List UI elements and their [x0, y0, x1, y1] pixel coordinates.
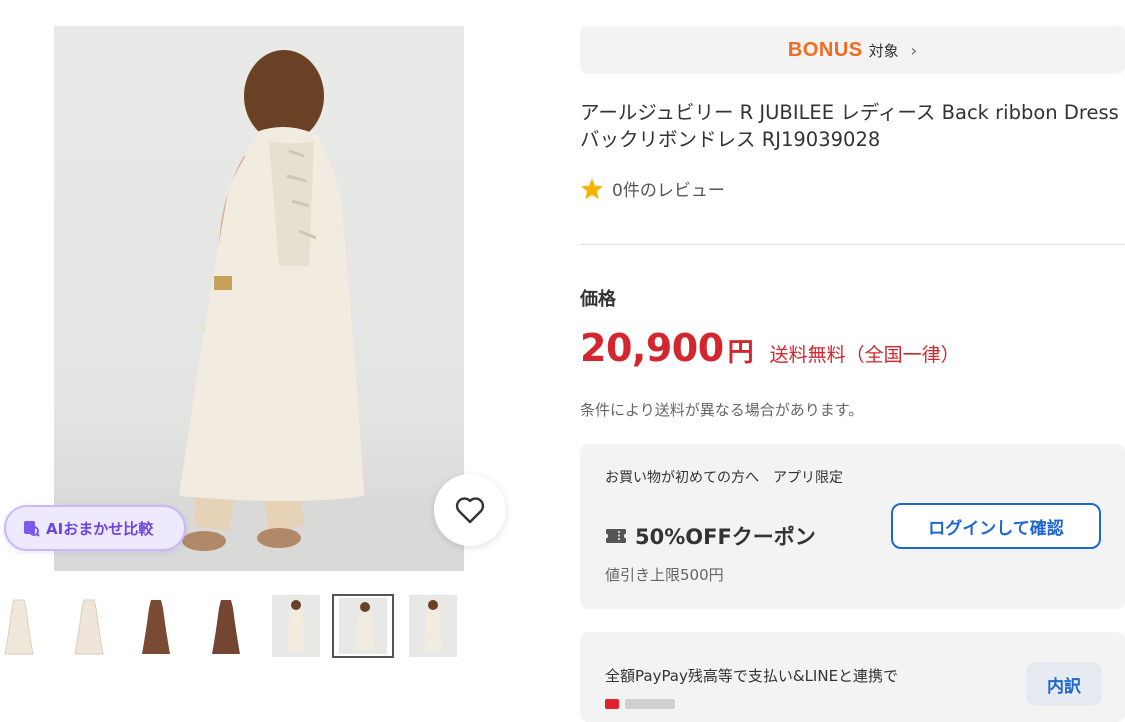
- model-thumbnail-image: [272, 595, 320, 657]
- thumbnail-4[interactable]: [195, 594, 257, 658]
- model-photo-illustration: [54, 50, 464, 571]
- dress-thumbnail-image: [74, 599, 104, 655]
- breakdown-button[interactable]: 内訳: [1026, 662, 1102, 706]
- thumbnail-1[interactable]: [0, 594, 50, 658]
- coupon-panel: お買い物が初めての方へ アプリ限定 50%OFFクーポン 値引き上限500円 ロ…: [580, 444, 1125, 609]
- price-amount: 20,900: [580, 326, 724, 370]
- bonus-target-bar[interactable]: BONUS 対象 ›: [580, 26, 1125, 74]
- coupon-limit: 値引き上限500円: [605, 566, 724, 584]
- coupon-ticket-icon: [606, 529, 626, 543]
- model-thumbnail-image: [339, 598, 387, 654]
- price-currency: 円: [727, 338, 754, 368]
- heart-icon: [455, 497, 485, 524]
- dress-thumbnail-image: [142, 600, 170, 654]
- ai-compare-icon: [24, 521, 40, 537]
- thumbnail-3[interactable]: [125, 594, 187, 658]
- product-title: アールジュビリー R JUBILEE レディース Back ribbon Dre…: [580, 101, 1119, 151]
- bonus-logo: BONUS: [787, 38, 863, 61]
- divider: [580, 244, 1125, 245]
- favorite-button[interactable]: [434, 474, 506, 546]
- shipping-condition-note: 条件により送料が異なる場合があります。: [580, 401, 864, 419]
- ai-compare-button[interactable]: AIおまかせ比較: [4, 505, 186, 551]
- thumbnail-7[interactable]: [402, 594, 464, 658]
- review-link[interactable]: 0件のレビュー: [580, 176, 725, 201]
- ai-compare-label: AIおまかせ比較: [46, 519, 154, 538]
- price-label: 価格: [580, 289, 616, 310]
- paypay-panel: 全額PayPay残高等で支払い&LINEと連携で 内訳: [580, 632, 1125, 722]
- coupon-title-row: 50%OFFクーポン: [605, 521, 816, 551]
- shipping-label: 送料無料（全国一律）: [769, 344, 960, 366]
- coupon-title: 50%OFFクーポン: [635, 525, 816, 549]
- dress-thumbnail-image: [4, 599, 34, 655]
- product-main-image[interactable]: [54, 26, 464, 571]
- star-icon: [581, 178, 603, 199]
- price-row: 20,900 円 送料無料（全国一律）: [580, 326, 960, 370]
- bonus-target-label: 対象: [868, 41, 899, 60]
- coupon-note: お買い物が初めての方へ アプリ限定: [605, 470, 843, 486]
- thumbnail-6-selected[interactable]: [332, 594, 394, 658]
- thumbnail-5[interactable]: [265, 594, 327, 658]
- chevron-right-icon: ›: [910, 40, 918, 60]
- paypay-badge-icon: [605, 699, 675, 709]
- dress-thumbnail-image: [212, 600, 240, 654]
- login-confirm-button[interactable]: ログインして確認: [891, 503, 1101, 549]
- model-thumbnail-image: [409, 595, 457, 657]
- thumbnail-2[interactable]: [58, 594, 120, 658]
- review-count: 0件のレビュー: [612, 181, 725, 201]
- thumbnail-strip: [0, 594, 470, 658]
- paypay-offer-text: 全額PayPay残高等で支払い&LINEと連携で: [605, 667, 899, 685]
